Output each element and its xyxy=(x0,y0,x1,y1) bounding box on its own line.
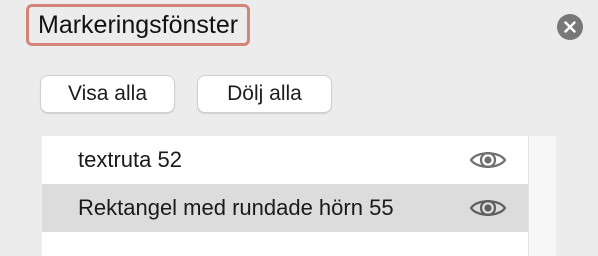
show-all-button[interactable]: Visa alla xyxy=(40,75,175,113)
list-item-selected[interactable]: Rektangel med rundade hörn 55 xyxy=(42,184,528,232)
selection-pane: Markeringsfönster Visa alla Dölj alla te… xyxy=(0,0,598,256)
close-button[interactable] xyxy=(557,14,583,40)
pane-title: Markeringsfönster xyxy=(38,10,239,39)
list-item-label: textruta 52 xyxy=(78,147,182,172)
hide-all-button[interactable]: Dölj alla xyxy=(197,75,332,113)
close-icon xyxy=(564,21,576,33)
list-scrollbar[interactable] xyxy=(528,136,556,256)
eye-icon[interactable] xyxy=(469,196,507,220)
list-item-label: Rektangel med rundade hörn 55 xyxy=(78,195,394,220)
list-item[interactable]: textruta 52 xyxy=(42,136,528,184)
object-list: textruta 52 Rektangel med rundade hörn 5… xyxy=(42,136,528,256)
pane-title-highlight: Markeringsfönster xyxy=(26,4,251,46)
eye-icon[interactable] xyxy=(469,148,507,172)
